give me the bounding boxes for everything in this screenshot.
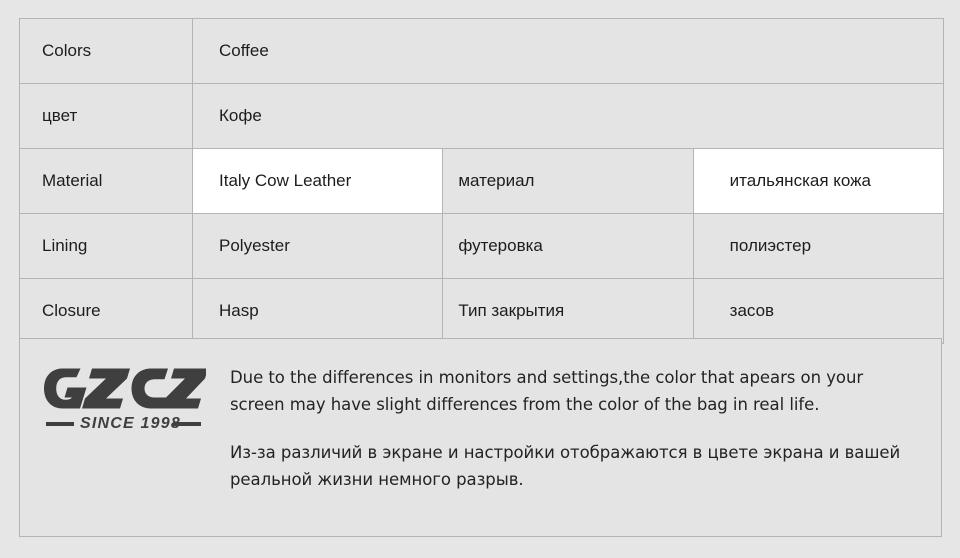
- gzcz-logo-icon: SINCE 1998: [44, 368, 206, 432]
- spec-label-lining-ru: футеровка: [442, 213, 694, 279]
- logo-tagline-text: SINCE 1998: [80, 415, 181, 432]
- spec-label-closure: Closure: [19, 278, 193, 344]
- spec-value-colors: Coffee: [192, 18, 944, 84]
- spec-value-material: Italy Cow Leather: [191, 148, 444, 214]
- disclaimer-block: Due to the differences in monitors and s…: [230, 339, 941, 494]
- spec-table-body: Colors Coffee цвет Кофе Material Italy C…: [19, 18, 945, 344]
- disclaimer-text-en: Due to the differences in monitors and s…: [230, 368, 864, 414]
- spec-value-closure: Hasp: [191, 278, 444, 344]
- product-spec-panel: Colors Coffee цвет Кофе Material Italy C…: [0, 0, 960, 558]
- spec-value-color-ru: Кофе: [192, 83, 944, 149]
- spec-label-material: Material: [19, 148, 193, 214]
- table-row: Colors Coffee: [19, 18, 944, 84]
- spec-value-material-ru: итальянская кожа: [692, 148, 945, 214]
- table-row: Lining Polyester футеровка полиэстер: [19, 213, 945, 279]
- brand-logo: SINCE 1998 GZCZ SINCE 1998: [20, 339, 230, 433]
- disclaimer-text-ru: Из-за различий в экране и настройки отоб…: [230, 443, 901, 490]
- spec-label-closure-ru: Тип закрытия: [442, 278, 694, 344]
- spec-label-material-ru: материал: [442, 148, 694, 214]
- table-row: Closure Hasp Тип закрытия засов: [19, 278, 945, 344]
- spec-label-colors: Colors: [19, 18, 193, 84]
- specification-table: Colors Coffee цвет Кофе Material Italy C…: [19, 18, 945, 344]
- spec-value-closure-ru: засов: [692, 278, 945, 344]
- spec-value-lining-ru: полиэстер: [692, 213, 945, 279]
- spec-value-lining: Polyester: [191, 213, 444, 279]
- table-row: цвет Кофе: [19, 83, 944, 149]
- footer-panel: SINCE 1998 GZCZ SINCE 1998 Due to the di…: [19, 338, 942, 537]
- spec-label-lining: Lining: [19, 213, 193, 279]
- table-row: Material Italy Cow Leather материал итал…: [19, 148, 945, 214]
- spec-label-color-ru: цвет: [19, 83, 193, 149]
